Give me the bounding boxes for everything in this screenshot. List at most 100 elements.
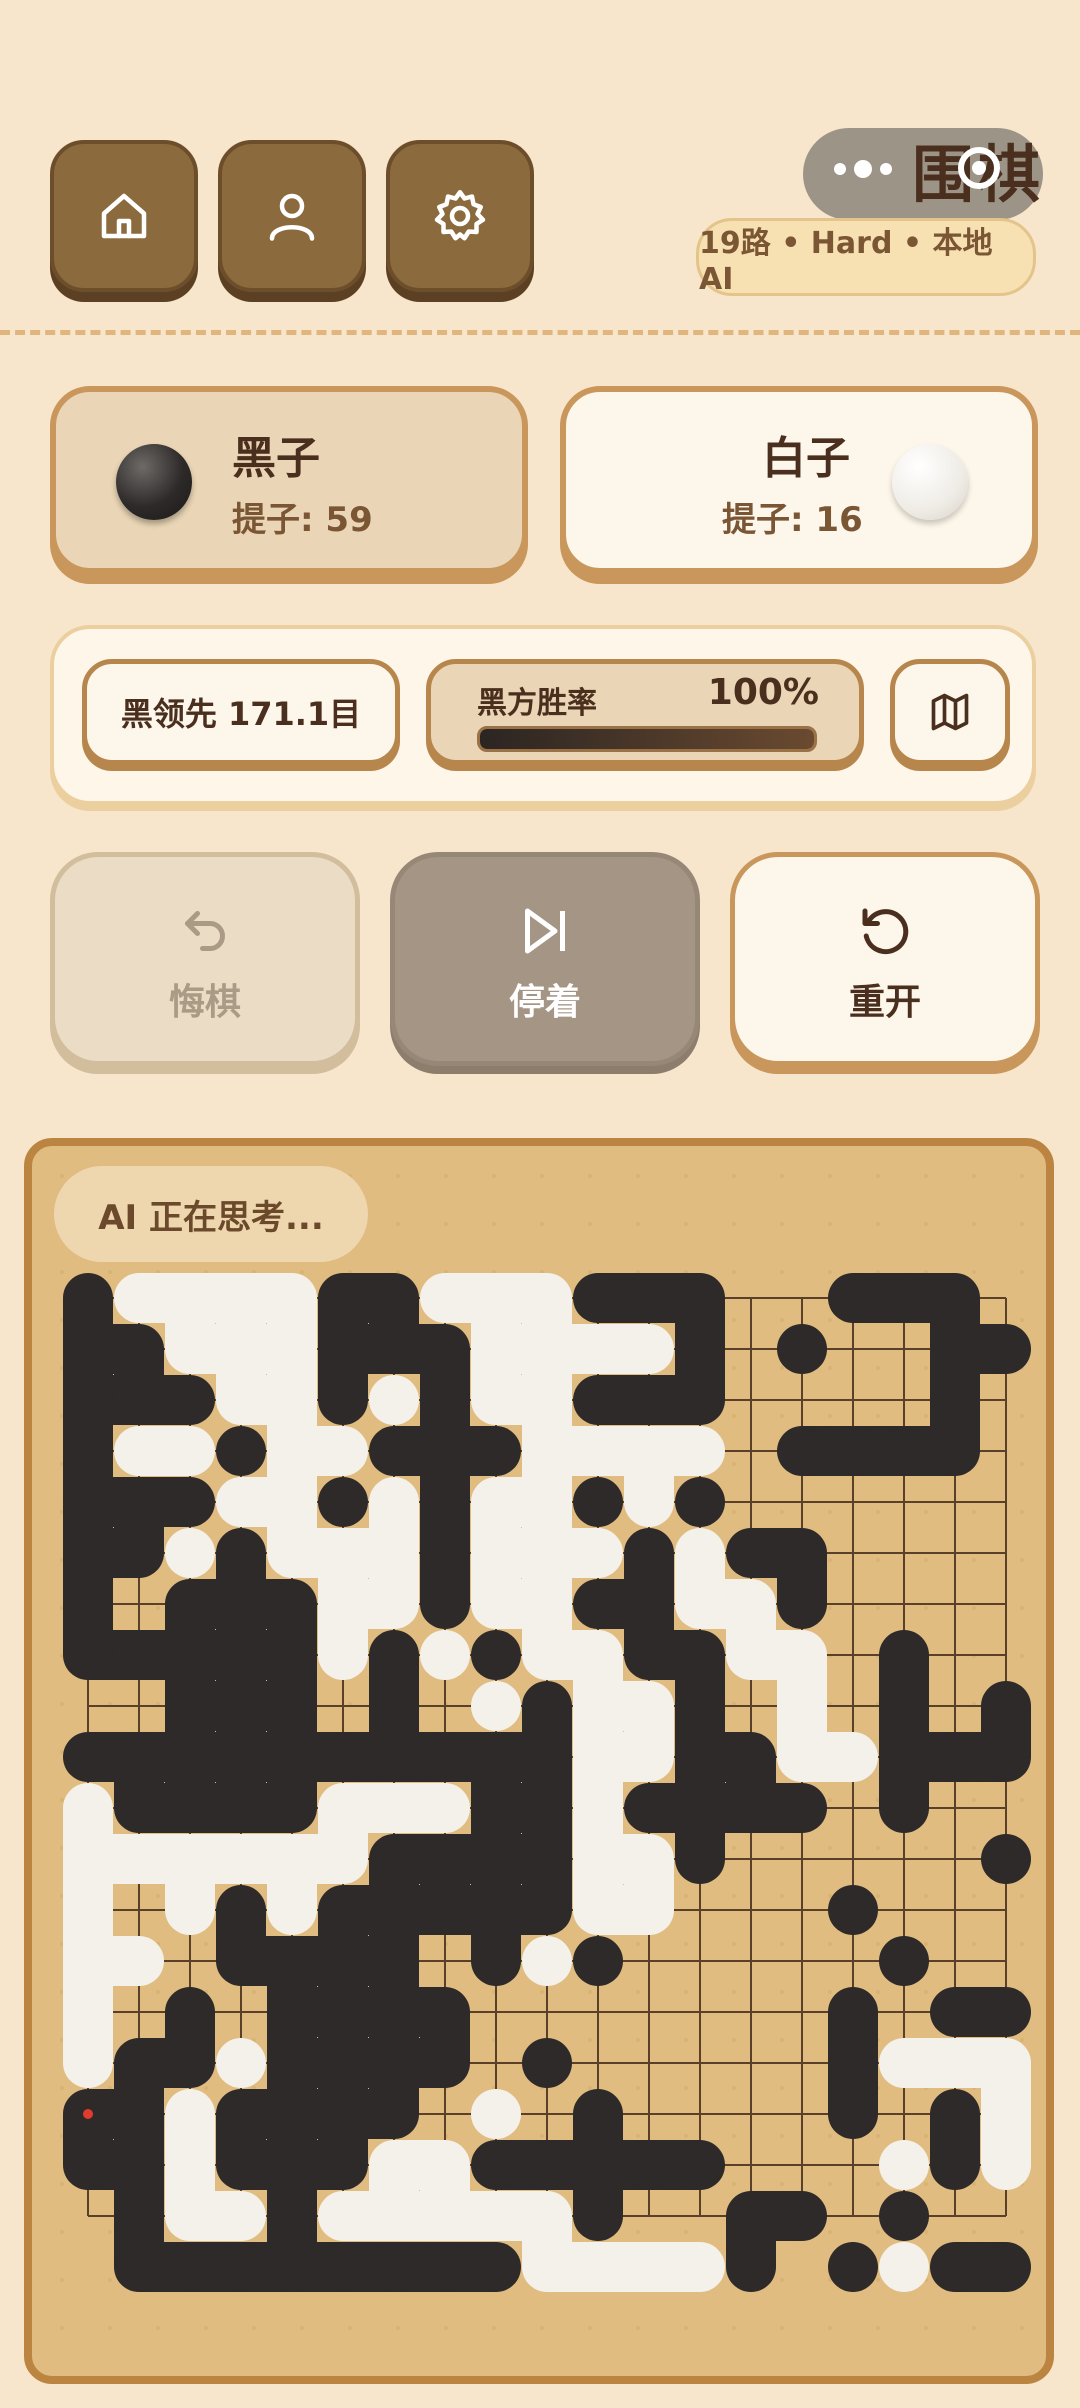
gear-icon xyxy=(434,190,486,241)
board-texture-dot xyxy=(876,1174,880,1178)
black-stone xyxy=(216,1681,266,1731)
close-capsule-icon[interactable] xyxy=(958,147,1000,189)
white-stone xyxy=(471,1324,521,1374)
board-texture-dot xyxy=(828,1318,832,1322)
restart-button[interactable]: 重开 xyxy=(730,852,1040,1066)
board-texture-dot xyxy=(972,1270,976,1274)
black-stone xyxy=(981,1324,1031,1374)
black-stone xyxy=(777,1324,827,1374)
winrate-fill xyxy=(480,729,814,749)
board-texture-dot xyxy=(924,1222,928,1226)
board-texture-dot xyxy=(540,1990,544,1994)
black-stone xyxy=(726,2191,776,2241)
board-canvas[interactable] xyxy=(32,1146,1046,2376)
settings-button[interactable] xyxy=(386,140,534,292)
undo-button[interactable]: 悔棋 xyxy=(50,852,360,1066)
board-texture-dot xyxy=(540,1222,544,1226)
board-texture-dot xyxy=(1020,2230,1024,2234)
white-stone xyxy=(63,1987,113,2037)
board-texture-dot xyxy=(108,1270,112,1274)
white-stone xyxy=(318,1783,368,1833)
black-stone xyxy=(981,1681,1031,1731)
white-stone xyxy=(369,1528,419,1578)
black-stone xyxy=(63,1579,113,1629)
board-texture-dot xyxy=(876,1222,880,1226)
white-stone xyxy=(165,1885,215,1935)
board-texture-dot xyxy=(684,1894,688,1898)
board-texture-dot xyxy=(732,2326,736,2330)
board-texture-dot xyxy=(780,1942,784,1946)
board-texture-dot xyxy=(732,1894,736,1898)
undo-icon xyxy=(185,911,225,951)
white-stone xyxy=(624,1834,674,1884)
board-texture-dot xyxy=(924,2326,928,2330)
black-stone xyxy=(675,1681,725,1731)
white-stone xyxy=(114,1426,164,1476)
board-texture-dot xyxy=(876,1942,880,1946)
black-player-name: 黑子 xyxy=(232,433,320,484)
board-texture-dot xyxy=(684,2086,688,2090)
white-stone xyxy=(216,2191,266,2241)
map-button[interactable] xyxy=(890,659,1010,765)
black-stone xyxy=(624,1375,674,1425)
white-stone xyxy=(624,2242,674,2292)
black-stone xyxy=(930,2089,980,2139)
pass-button[interactable]: 停着 xyxy=(390,852,700,1066)
black-stone xyxy=(879,1630,929,1680)
white-stone xyxy=(522,1273,572,1323)
white-stone xyxy=(624,1681,674,1731)
black-stone xyxy=(675,2140,725,2190)
black-stone xyxy=(165,1783,215,1833)
black-stone xyxy=(267,1579,317,1629)
black-stone xyxy=(165,1579,215,1629)
board-texture-dot xyxy=(300,1270,304,1274)
board-texture-dot xyxy=(684,1990,688,1994)
board-texture-dot xyxy=(828,1510,832,1514)
board-texture-dot xyxy=(1020,1654,1024,1658)
white-stone xyxy=(981,2038,1031,2088)
home-button[interactable] xyxy=(50,140,198,292)
black-stone xyxy=(624,1528,674,1578)
white-stone xyxy=(216,1273,266,1323)
board-texture-dot xyxy=(300,2326,304,2330)
white-stone xyxy=(471,1477,521,1527)
board-texture-dot xyxy=(924,1606,928,1610)
black-stone xyxy=(216,1528,266,1578)
black-stone xyxy=(471,1783,521,1833)
black-stone xyxy=(216,2140,266,2190)
board-texture-dot xyxy=(252,2326,256,2330)
more-menu-icon[interactable] xyxy=(834,160,900,179)
white-stone xyxy=(216,1324,266,1374)
black-stone xyxy=(573,2140,623,2190)
black-stone xyxy=(267,1732,317,1782)
board-texture-dot xyxy=(732,2182,736,2186)
board-texture-dot xyxy=(684,2230,688,2234)
white-stone xyxy=(624,1426,674,1476)
black-stone xyxy=(828,1426,878,1476)
go-board[interactable] xyxy=(24,1138,1054,2384)
black-stone xyxy=(63,1477,113,1527)
board-texture-dot xyxy=(924,1942,928,1946)
board-texture-dot xyxy=(780,2134,784,2138)
board-texture-dot xyxy=(972,2326,976,2330)
white-stone xyxy=(879,2140,929,2190)
white-stone xyxy=(63,2038,113,2088)
board-texture-dot xyxy=(204,1942,208,1946)
black-stone xyxy=(828,1273,878,1323)
white-stone xyxy=(624,1885,674,1935)
black-stone xyxy=(267,2242,317,2292)
black-stone xyxy=(420,1732,470,1782)
white-stone xyxy=(369,1579,419,1629)
black-stone xyxy=(165,1987,215,2037)
board-texture-dot xyxy=(924,2230,928,2234)
black-stone xyxy=(114,2140,164,2190)
black-stone xyxy=(63,1732,113,1782)
white-stone xyxy=(165,1273,215,1323)
black-stone xyxy=(369,1426,419,1476)
board-texture-dot xyxy=(348,2326,352,2330)
black-stone xyxy=(216,1426,266,1476)
black-stone xyxy=(216,1885,266,1935)
black-stone xyxy=(624,1579,674,1629)
black-stone xyxy=(471,1885,521,1935)
profile-button[interactable] xyxy=(218,140,366,292)
